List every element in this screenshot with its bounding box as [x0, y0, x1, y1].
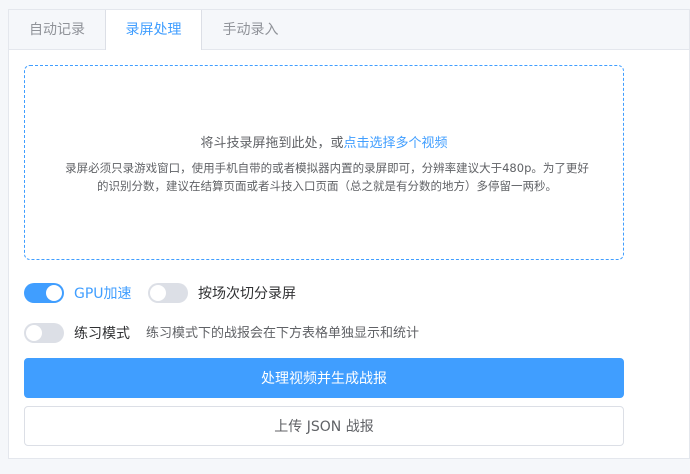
- option-row-2: 练习模式 练习模式下的战报会在下方表格单独显示和统计: [24, 323, 624, 345]
- video-upload-dropzone[interactable]: 将斗技录屏拖到此处，或点击选择多个视频 录屏必须只录游戏窗口，使用手机自带的或者…: [24, 65, 624, 260]
- upload-json-button[interactable]: 上传 JSON 战报: [24, 406, 624, 446]
- tab-screen-recording[interactable]: 录屏处理: [105, 10, 202, 50]
- practice-mode-hint: 练习模式下的战报会在下方表格单独显示和统计: [146, 326, 420, 341]
- upload-prompt: 将斗技录屏拖到此处，或点击选择多个视频: [25, 132, 623, 151]
- split-by-match-toggle[interactable]: [148, 283, 188, 303]
- toggle-knob: [150, 285, 166, 301]
- upload-description: 录屏必须只录游戏窗口，使用手机自带的或者模拟器内置的录屏即可，分辨率建议大于48…: [65, 161, 589, 193]
- option-row-1: GPU加速 按场次切分录屏: [24, 283, 324, 305]
- select-videos-link[interactable]: 点击选择多个视频: [344, 136, 448, 151]
- practice-mode-label: 练习模式: [74, 326, 130, 342]
- gpu-acceleration-toggle[interactable]: [24, 283, 64, 303]
- practice-mode-toggle[interactable]: [24, 323, 64, 343]
- upload-prompt-text: 将斗技录屏拖到此处，或: [200, 136, 344, 151]
- tab-manual-entry[interactable]: 手动录入: [202, 10, 299, 50]
- toggle-knob: [26, 325, 42, 341]
- main-panel: 自动记录 录屏处理 手动录入 将斗技录屏拖到此处，或点击选择多个视频 录屏必须只…: [8, 9, 690, 459]
- process-video-button[interactable]: 处理视频并生成战报: [24, 358, 624, 398]
- split-by-match-label: 按场次切分录屏: [198, 286, 296, 302]
- toggle-knob: [46, 285, 62, 301]
- tab-bar: 自动记录 录屏处理 手动录入: [9, 10, 689, 50]
- gpu-acceleration-label: GPU加速: [74, 286, 132, 302]
- tab-auto-record[interactable]: 自动记录: [9, 10, 105, 50]
